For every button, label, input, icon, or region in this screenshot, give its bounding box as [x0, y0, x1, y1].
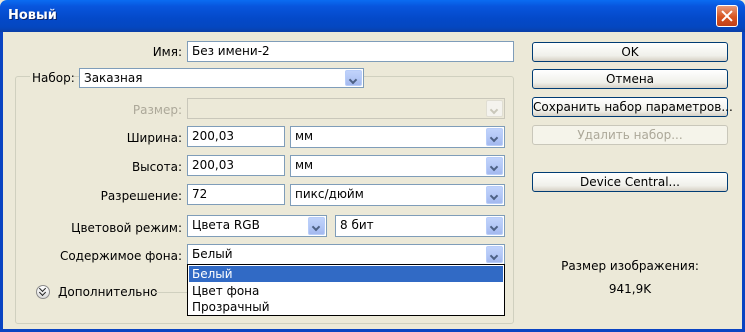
- bit-depth-select[interactable]: 8 бит: [335, 215, 505, 237]
- height-unit-value: мм: [295, 158, 314, 172]
- name-input[interactable]: Без имени-2: [187, 41, 514, 62]
- size-select[interactable]: [187, 98, 505, 119]
- name-label: Имя:: [152, 45, 182, 59]
- color-mode-label: Цветовой режим:: [71, 221, 182, 235]
- close-icon[interactable]: [716, 5, 738, 27]
- size-label: Размер:: [132, 103, 182, 117]
- window-title: Новый: [8, 8, 57, 23]
- height-input[interactable]: 200,03: [187, 155, 285, 176]
- height-unit-select[interactable]: мм: [290, 155, 505, 177]
- preset-label: Набор:: [30, 71, 75, 85]
- resolution-unit-select[interactable]: пикс/дюйм: [290, 184, 505, 206]
- resolution-label: Разрешение:: [100, 189, 182, 203]
- dropdown-option[interactable]: Белый: [189, 266, 503, 282]
- width-unit-value: мм: [295, 129, 314, 143]
- preset-value: Заказная: [84, 71, 143, 85]
- advanced-separator: [154, 292, 187, 293]
- chevron-down-icon[interactable]: [486, 128, 503, 146]
- advanced-label[interactable]: Дополнительно: [58, 285, 158, 299]
- image-size-label: Размер изображения:: [561, 259, 699, 273]
- background-label: Содержимое фона:: [59, 249, 182, 263]
- title-bar[interactable]: [0, 0, 745, 32]
- save-preset-button[interactable]: Сохранить набор параметров...: [532, 97, 733, 117]
- width-input[interactable]: 200,03: [187, 126, 285, 147]
- image-size-value: 941,9K: [608, 282, 652, 296]
- bit-depth-value: 8 бит: [340, 218, 374, 232]
- resolution-unit-value: пикс/дюйм: [295, 187, 364, 201]
- width-label: Ширина:: [126, 131, 182, 145]
- color-mode-select[interactable]: Цвета RGB: [187, 215, 327, 237]
- chevron-down-icon[interactable]: [486, 100, 503, 117]
- chevron-down-icon[interactable]: [486, 246, 503, 263]
- dropdown-option[interactable]: Прозрачный: [189, 299, 503, 315]
- delete-preset-button: Удалить набор...: [532, 125, 728, 145]
- device-central-button[interactable]: Device Central...: [532, 172, 728, 192]
- window-frame-left: [0, 32, 3, 332]
- chevron-down-icon[interactable]: [345, 70, 362, 86]
- background-value: Белый: [192, 247, 233, 261]
- preset-select[interactable]: Заказная: [79, 68, 364, 88]
- cancel-button[interactable]: Отмена: [532, 69, 728, 89]
- resolution-input[interactable]: 72: [187, 184, 285, 205]
- background-select[interactable]: Белый: [187, 244, 505, 265]
- chevron-down-icon[interactable]: [486, 157, 503, 175]
- width-unit-select[interactable]: мм: [290, 126, 505, 148]
- chevron-down-icon[interactable]: [486, 186, 503, 204]
- height-label: Высота:: [131, 160, 182, 174]
- color-mode-value: Цвета RGB: [192, 218, 260, 232]
- chevron-down-icon[interactable]: [308, 217, 325, 235]
- dropdown-option[interactable]: Цвет фона: [189, 283, 503, 299]
- chevron-down-icon[interactable]: [486, 217, 503, 235]
- background-dropdown-list[interactable]: Белый Цвет фона Прозрачный: [187, 264, 505, 316]
- expand-advanced-icon[interactable]: [36, 285, 50, 299]
- ok-button[interactable]: OK: [532, 42, 728, 62]
